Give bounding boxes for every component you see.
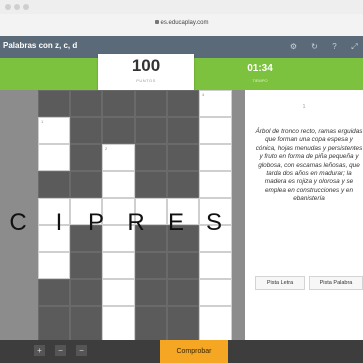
blocked-cell <box>135 171 167 198</box>
crossword-cell[interactable]: 1 <box>38 117 70 144</box>
timer-label: TIEMPO <box>252 78 268 83</box>
crossword-cell[interactable] <box>199 252 232 279</box>
blocked-cell <box>167 117 199 144</box>
crossword-cell[interactable] <box>199 171 232 198</box>
crossword-cell[interactable] <box>199 144 232 171</box>
answer-letter: E <box>167 209 184 236</box>
fullscreen-icon[interactable]: ⤢ <box>350 42 359 51</box>
blocked-cell <box>167 171 199 198</box>
help-icon[interactable]: ? <box>330 42 339 51</box>
blocked-cell <box>135 252 167 279</box>
blocked-cell <box>70 279 102 306</box>
score-label: PUNTOS <box>136 78 156 83</box>
blocked-cell <box>135 306 167 342</box>
blocked-cell <box>102 117 135 144</box>
address-bar[interactable]: es.educaplay.com <box>0 14 363 37</box>
zoom-out-button[interactable]: − <box>55 345 66 356</box>
cell-number: 2 <box>105 146 108 151</box>
crossword-cell[interactable] <box>102 252 135 279</box>
url-display: es.educaplay.com <box>0 20 363 26</box>
maximize-window-button[interactable] <box>23 4 29 10</box>
blocked-cell <box>167 279 199 306</box>
crossword-cell[interactable] <box>102 171 135 198</box>
settings-icon[interactable]: ⚙ <box>289 42 298 51</box>
answer-letter: P <box>87 209 104 236</box>
blocked-cell <box>38 171 70 198</box>
minus-button[interactable]: − <box>76 345 87 356</box>
zoom-in-button[interactable]: + <box>34 345 45 356</box>
crossword-cell[interactable] <box>38 252 70 279</box>
minimize-window-button[interactable] <box>14 4 20 10</box>
blocked-cell <box>167 90 199 117</box>
crossword-cell[interactable] <box>199 117 232 144</box>
answer-letter: R <box>127 209 145 236</box>
clue-text: Árbol de tronco recto, ramas erguidas qu… <box>255 128 363 203</box>
crossword-cell[interactable] <box>102 306 135 342</box>
crossword-cell[interactable] <box>102 279 135 306</box>
blocked-cell <box>135 117 167 144</box>
close-window-button[interactable] <box>5 4 11 10</box>
blocked-cell <box>135 144 167 171</box>
blocked-cell <box>70 171 102 198</box>
timer-value: 01:34 <box>247 63 273 74</box>
crossword-cell[interactable]: 4 <box>199 90 232 117</box>
blocked-cell <box>70 306 102 342</box>
check-button[interactable]: Comprobar <box>160 340 228 363</box>
crossword-cell[interactable] <box>38 144 70 171</box>
game-title: Palabras con z, c, d <box>3 41 78 50</box>
window-titlebar <box>0 0 363 15</box>
cell-number: 1 <box>41 119 44 124</box>
answer-letter: S <box>205 209 222 236</box>
hint-letter-button[interactable]: Pista Letra <box>255 276 305 290</box>
blocked-cell <box>38 279 70 306</box>
score-value: 100 <box>131 56 161 75</box>
blocked-cell <box>70 252 102 279</box>
blocked-cell <box>38 90 70 117</box>
crossword-cell[interactable]: 2 <box>102 144 135 171</box>
answer-letter: C <box>9 209 27 236</box>
clue-panel: 1 Árbol de tronco recto, ramas erguidas … <box>245 90 363 340</box>
crossword-cell[interactable] <box>199 279 232 306</box>
footer-bar: + − − Comprobar <box>0 340 363 363</box>
score-box: 100 PUNTOS <box>98 54 194 98</box>
blocked-cell <box>38 306 70 342</box>
restart-icon[interactable]: ↻ <box>310 42 319 51</box>
url-text: es.educaplay.com <box>160 20 209 26</box>
blocked-cell <box>167 306 199 342</box>
blocked-cell <box>70 117 102 144</box>
blocked-cell <box>167 252 199 279</box>
blocked-cell <box>135 90 167 117</box>
blocked-cell <box>167 144 199 171</box>
blocked-cell <box>70 144 102 171</box>
clue-number: 1 <box>302 104 306 110</box>
answer-letter: I <box>55 209 63 236</box>
hint-word-button[interactable]: Pista Palabra <box>309 276 363 290</box>
blocked-cell <box>70 90 102 117</box>
crossword-cell[interactable] <box>199 306 232 342</box>
lock-icon <box>154 20 159 24</box>
blocked-cell <box>135 279 167 306</box>
cell-number: 4 <box>202 92 205 97</box>
blocked-cell <box>102 90 135 117</box>
